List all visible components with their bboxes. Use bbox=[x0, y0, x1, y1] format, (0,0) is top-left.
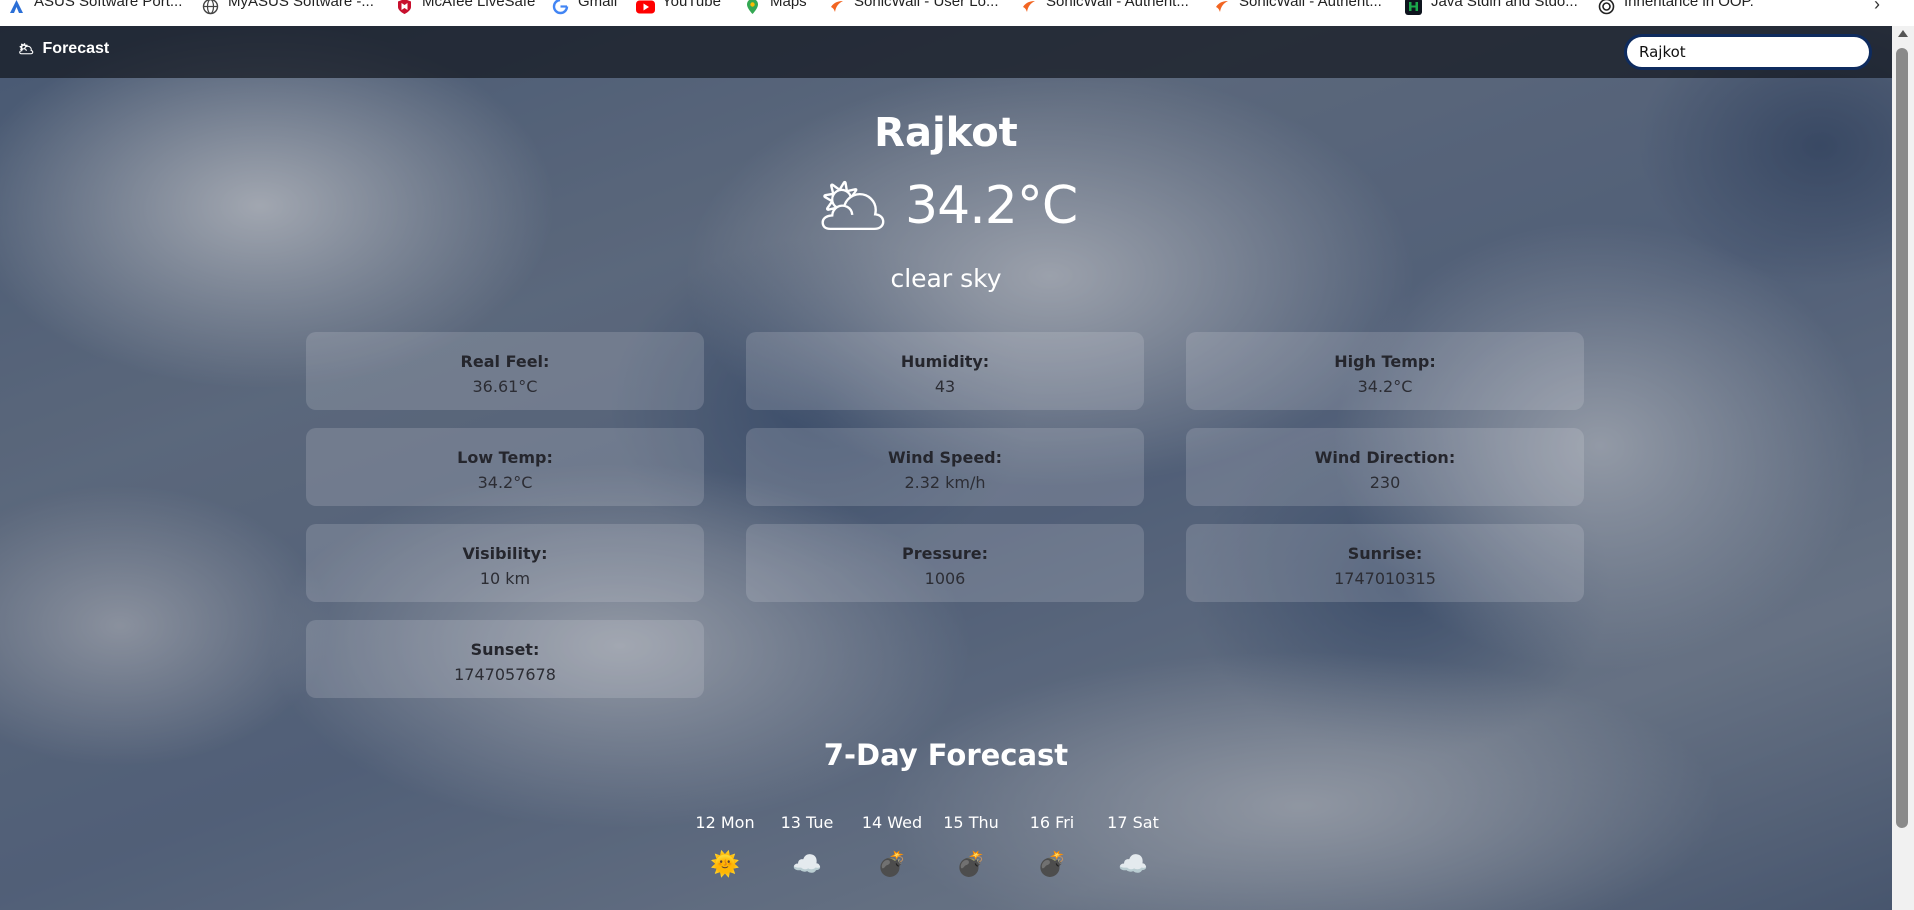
city-search-input[interactable] bbox=[1624, 34, 1872, 70]
page-viewport: 🌥 Forecast Rajkot 🌥 34.2°C clear sky Rea… bbox=[0, 26, 1892, 910]
forecast-day: 17 Sat ☁️ bbox=[1093, 813, 1173, 878]
bookmark-java-stdin[interactable]: Java Stdin and Stdo... bbox=[1405, 0, 1578, 15]
card-sunset: Sunset: 1747057678 bbox=[306, 620, 704, 698]
forecast-day: 14 Wed 💣 bbox=[852, 813, 932, 878]
bomb-icon: 💣 bbox=[1037, 850, 1067, 878]
forecast-day: 13 Tue ☁️ bbox=[767, 813, 847, 878]
maps-pin-icon bbox=[744, 0, 761, 15]
card-wind-direction: Wind Direction: 230 bbox=[1186, 428, 1584, 506]
card-humidity: Humidity: 43 bbox=[746, 332, 1144, 410]
current-weather: 🌥 34.2°C bbox=[0, 176, 1892, 236]
hackerrank-icon bbox=[1405, 0, 1422, 15]
forecast-day: 12 Mon 🌞 bbox=[685, 813, 765, 878]
openai-icon bbox=[1598, 0, 1615, 15]
brand[interactable]: 🌥 Forecast bbox=[18, 40, 109, 58]
mcafee-shield-icon bbox=[396, 0, 413, 15]
chevron-right-icon[interactable]: › bbox=[1874, 0, 1880, 15]
card-real-feel: Real Feel: 36.61°C bbox=[306, 332, 704, 410]
current-temperature: 34.2°C bbox=[905, 176, 1078, 236]
sun-behind-cloud-icon: 🌥 bbox=[814, 171, 892, 241]
card-wind-speed: Wind Speed: 2.32 km/h bbox=[746, 428, 1144, 506]
youtube-icon bbox=[636, 0, 655, 15]
forecast-day: 15 Thu 💣 bbox=[931, 813, 1011, 878]
sonicwall-icon bbox=[1213, 0, 1230, 15]
bookmark-youtube[interactable]: YouTube bbox=[636, 0, 721, 14]
bookmark-sonicwall-auth-1[interactable]: SonicWall - Authent... bbox=[1020, 0, 1189, 14]
bomb-icon: 💣 bbox=[956, 850, 986, 878]
google-g-icon bbox=[552, 0, 569, 15]
forecast-day: 16 Fri 💣 bbox=[1012, 813, 1092, 878]
bookmark-maps[interactable]: Maps bbox=[744, 0, 807, 14]
bookmark-inheritance-oop[interactable]: Inheritance in OOP. bbox=[1598, 0, 1754, 14]
forecast-title: 7-Day Forecast bbox=[823, 738, 1069, 772]
card-visibility: Visibility: 10 km bbox=[306, 524, 704, 602]
card-pressure: Pressure: 1006 bbox=[746, 524, 1144, 602]
bookmark-sonicwall-auth-2[interactable]: SonicWall - Authent... bbox=[1213, 0, 1382, 14]
sonicwall-icon bbox=[828, 0, 845, 15]
asus-icon bbox=[8, 0, 25, 15]
bookmark-mcafee[interactable]: McAfee LiveSafe bbox=[396, 0, 535, 14]
bookmark-gmail[interactable]: Gmail bbox=[552, 0, 617, 14]
scroll-up-arrow-icon[interactable] bbox=[1898, 30, 1908, 37]
bookmarks-bar: ASUS Software Port... MyASUS Software -.… bbox=[0, 0, 1914, 26]
sun-icon: 🌞 bbox=[710, 850, 740, 878]
card-sunrise: Sunrise: 1747010315 bbox=[1186, 524, 1584, 602]
globe-icon bbox=[202, 0, 219, 15]
cloud-sun-icon: 🌥 bbox=[18, 41, 35, 56]
brand-label: Forecast bbox=[42, 40, 110, 57]
scrollbar-thumb[interactable] bbox=[1896, 48, 1908, 828]
weather-description: clear sky bbox=[890, 264, 1002, 293]
bomb-icon: 💣 bbox=[877, 850, 907, 878]
vertical-scrollbar[interactable] bbox=[1892, 26, 1914, 910]
cloud-icon: ☁️ bbox=[1118, 850, 1148, 878]
cloud-icon: ☁️ bbox=[792, 850, 822, 878]
bookmark-asus[interactable]: ASUS Software Port... bbox=[8, 0, 182, 14]
city-name: Rajkot bbox=[874, 110, 1018, 156]
top-navbar: 🌥 Forecast bbox=[0, 26, 1892, 78]
bookmark-sonicwall-user-login[interactable]: SonicWall - User Lo... bbox=[828, 0, 999, 14]
card-high-temp: High Temp: 34.2°C bbox=[1186, 332, 1584, 410]
sonicwall-icon bbox=[1020, 0, 1037, 15]
bookmark-myasus[interactable]: MyASUS Software -... bbox=[202, 0, 374, 14]
card-low-temp: Low Temp: 34.2°C bbox=[306, 428, 704, 506]
